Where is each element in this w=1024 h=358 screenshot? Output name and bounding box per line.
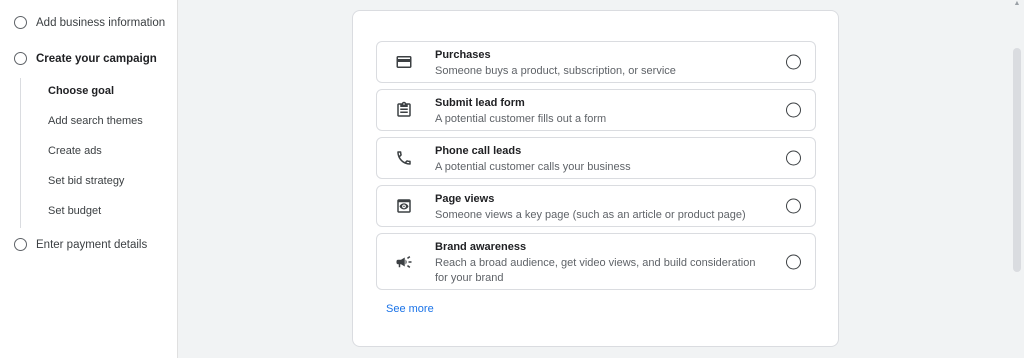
goal-option-description: A potential customer fills out a form (435, 113, 607, 125)
step-enter-payment-details[interactable]: Enter payment details (14, 238, 147, 251)
campaign-stepper: Add business information Create your cam… (0, 0, 178, 358)
clipboard-icon (395, 101, 413, 119)
substep-set-bid-strategy[interactable]: Set bid strategy (48, 175, 124, 187)
credit-card-icon (395, 53, 413, 71)
megaphone-icon (395, 253, 413, 271)
goal-radio-button[interactable] (786, 54, 801, 70)
goal-radio-button[interactable] (786, 198, 801, 214)
substep-choose-goal[interactable]: Choose goal (48, 85, 114, 97)
goal-selection-card: Purchases Someone buys a product, subscr… (352, 10, 839, 347)
scrollbar-thumb[interactable] (1013, 48, 1021, 272)
goal-option-title: Brand awareness (435, 241, 527, 253)
phone-icon (395, 149, 413, 167)
step-status-circle-icon (14, 52, 27, 65)
step-status-circle-icon (14, 16, 27, 29)
goal-option-title: Submit lead form (435, 97, 525, 109)
goal-option-description: A potential customer calls your business (435, 161, 631, 173)
substep-connector-line (20, 78, 21, 228)
goal-option-title: Phone call leads (435, 145, 522, 157)
goal-option-purchases[interactable]: Purchases Someone buys a product, subscr… (376, 41, 816, 83)
goal-radio-button[interactable] (786, 150, 801, 166)
substep-set-budget[interactable]: Set budget (48, 205, 101, 217)
eye-page-icon (395, 197, 413, 215)
goal-option-description: Someone buys a product, subscription, or… (435, 65, 676, 77)
goal-option-description: Someone views a key page (such as an art… (435, 209, 746, 221)
goal-radio-button[interactable] (786, 254, 801, 269)
step-label: Enter payment details (36, 238, 148, 251)
goal-option-submit-lead-form[interactable]: Submit lead form A potential customer fi… (376, 89, 816, 131)
see-more-link[interactable]: See more (386, 303, 434, 315)
step-create-your-campaign[interactable]: Create your campaign (14, 52, 157, 65)
step-status-circle-icon (14, 238, 27, 251)
goal-option-title: Page views (435, 193, 495, 205)
step-add-business-information[interactable]: Add business information (14, 16, 165, 29)
step-label: Create your campaign (36, 52, 157, 65)
substep-add-search-themes[interactable]: Add search themes (48, 115, 143, 127)
goal-option-page-views[interactable]: Page views Someone views a key page (suc… (376, 185, 816, 227)
step-label: Add business information (36, 16, 166, 29)
goal-option-title: Purchases (435, 49, 491, 61)
goal-option-description: Reach a broad audience, get video views,… (435, 257, 756, 284)
goal-option-phone-call-leads[interactable]: Phone call leads A potential customer ca… (376, 137, 816, 179)
main-content: Purchases Someone buys a product, subscr… (178, 0, 1024, 358)
substep-create-ads[interactable]: Create ads (48, 145, 102, 157)
goal-option-brand-awareness[interactable]: Brand awareness Reach a broad audience, … (376, 233, 816, 290)
goal-radio-button[interactable] (786, 102, 801, 118)
scrollbar[interactable]: ▲ (1010, 0, 1024, 358)
scroll-up-arrow-icon[interactable]: ▲ (1013, 0, 1021, 10)
